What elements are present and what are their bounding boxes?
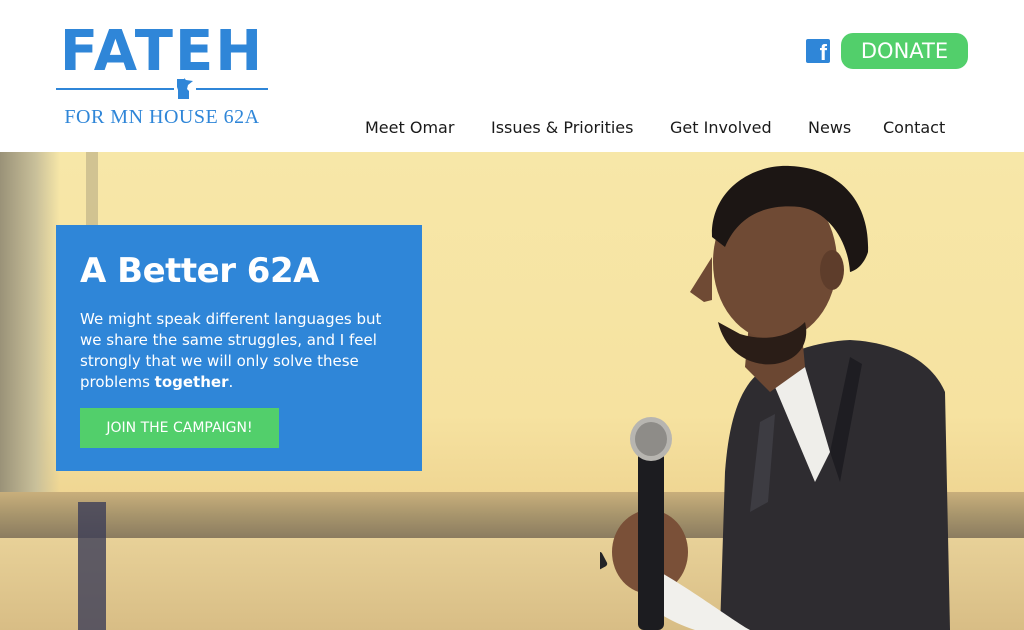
- logo-divider-left: [56, 88, 174, 90]
- nav-item-contact[interactable]: Contact: [883, 116, 945, 140]
- hero-section: A Better 62A We might speak different la…: [0, 152, 1024, 630]
- hero-text-end: .: [228, 373, 234, 391]
- nav-item-news[interactable]: News: [808, 116, 851, 140]
- donate-button[interactable]: DONATE: [841, 33, 968, 69]
- logo-divider-right: [196, 88, 268, 90]
- site-header: FATEH FOR MN HOUSE 62A f DONATE Meet Oma…: [0, 0, 1024, 152]
- join-campaign-button[interactable]: JOIN THE CAMPAIGN!: [80, 408, 279, 448]
- nav-item-issues-priorities[interactable]: Issues & Priorities: [491, 116, 633, 140]
- hero-card: A Better 62A We might speak different la…: [56, 225, 422, 471]
- site-logo[interactable]: FATEH FOR MN HOUSE 62A: [56, 22, 268, 134]
- hero-text-emphasis: together: [154, 373, 229, 391]
- hero-title: A Better 62A: [80, 251, 319, 291]
- hero-background-pole: [86, 152, 98, 232]
- hero-background-post: [78, 502, 106, 630]
- nav-item-get-involved[interactable]: Get Involved: [670, 116, 772, 140]
- hero-text: We might speak different languages but w…: [80, 309, 400, 393]
- logo-subtitle: FOR MN HOUSE 62A: [64, 106, 260, 128]
- logo-title: FATEH: [59, 19, 265, 84]
- nav-item-meet-omar[interactable]: Meet Omar: [365, 116, 454, 140]
- hero-background-wall: [0, 152, 60, 492]
- facebook-glyph: f: [819, 40, 827, 65]
- candidate-photo: [600, 165, 950, 630]
- minnesota-shape-icon: [177, 78, 193, 99]
- facebook-icon[interactable]: f: [806, 39, 830, 65]
